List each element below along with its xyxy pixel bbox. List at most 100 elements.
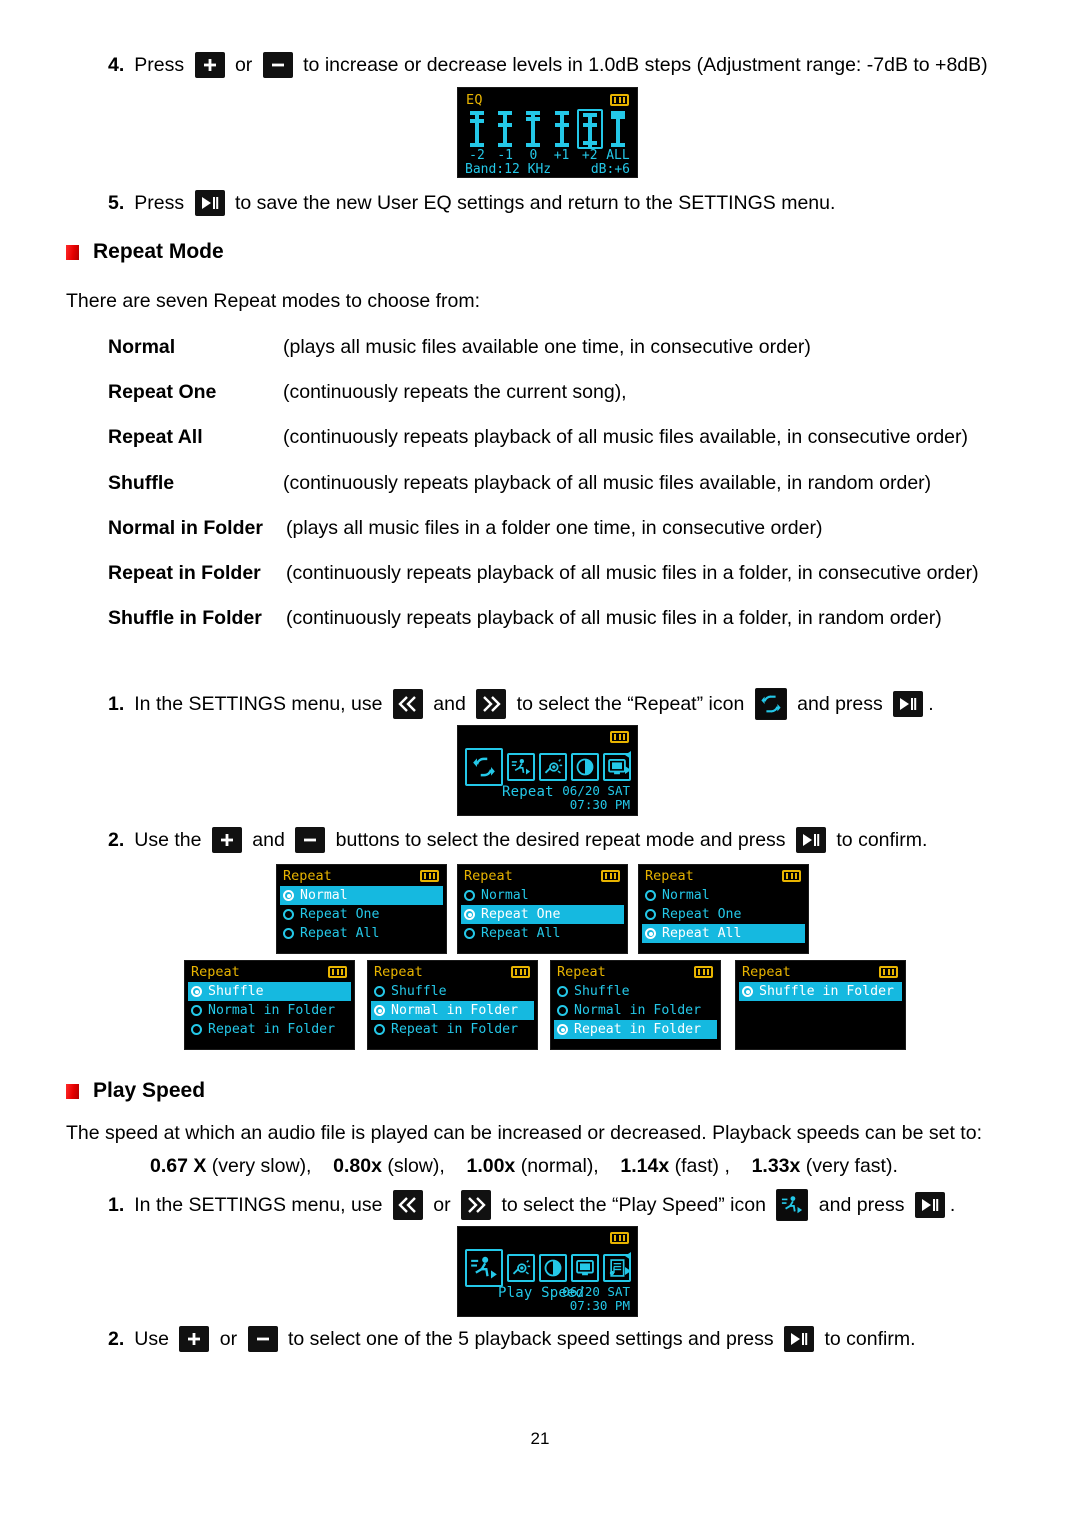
display-icon[interactable] [571, 1254, 599, 1282]
repeat-mode-row: Repeat All (continuously repeats playback… [108, 426, 968, 449]
plus-button-icon[interactable] [211, 827, 242, 853]
radio-button-icon[interactable] [557, 1005, 568, 1016]
minus-button-icon[interactable] [247, 1326, 278, 1352]
repeat-option-list: Normal Repeat One Repeat All [461, 886, 624, 943]
repeat-option-item[interactable]: Shuffle [371, 982, 534, 1001]
repeat-screen-title: Repeat [464, 868, 513, 884]
carousel-arrows[interactable] [623, 1251, 633, 1276]
repeat-mode-row: Shuffle (continuously repeats playback of… [108, 472, 931, 495]
radio-button-icon[interactable] [191, 1005, 202, 1016]
radio-button-icon[interactable] [645, 909, 656, 920]
repeat-option-item[interactable]: Repeat All [461, 924, 624, 943]
settings-menu-datetime: 06/20 SAT 07:30 PM [562, 1285, 630, 1313]
settings-menu-play-speed-screen: Play Speed 06/20 SAT 07:30 PM [457, 1226, 638, 1317]
repeat-option-item[interactable]: Shuffle [188, 982, 351, 1001]
speed-value: 1.00x [466, 1155, 516, 1177]
repeat-option-item[interactable]: Shuffle in Folder [739, 982, 902, 1001]
eq-band[interactable] [520, 109, 546, 149]
play-pause-button-icon[interactable] [784, 1326, 815, 1352]
repeat-option-item[interactable]: Repeat One [642, 905, 805, 924]
repeat-mode-screen: Repeat Shuffle in Folder [735, 960, 906, 1050]
eq-band[interactable] [464, 109, 490, 149]
repeat-option-label: Repeat All [481, 926, 561, 941]
repeat-option-item[interactable]: Normal [642, 886, 805, 905]
radio-button-icon[interactable] [464, 909, 475, 920]
repeat-option-item[interactable]: Repeat in Folder [371, 1020, 534, 1039]
eq-band[interactable] [492, 109, 518, 149]
repeat-screen-title: Repeat [645, 868, 694, 884]
repeat-option-label: Repeat One [300, 907, 380, 922]
minus-button-icon[interactable] [295, 827, 326, 853]
speed-value: 1.14x [620, 1155, 670, 1177]
repeat-option-item[interactable]: Normal [461, 886, 624, 905]
radio-button-icon[interactable] [283, 928, 294, 939]
radio-button-icon[interactable] [645, 928, 656, 939]
repeat-option-item[interactable]: Normal in Folder [188, 1001, 351, 1020]
repeat-mode-screen: Repeat Shuffle Normal in Folder Repeat in F… [550, 960, 721, 1050]
radio-button-icon[interactable] [742, 986, 753, 997]
contrast-icon[interactable] [539, 1254, 567, 1282]
radio-button-icon[interactable] [283, 890, 294, 901]
repeat-option-item[interactable]: Repeat in Folder [188, 1020, 351, 1039]
repeat-option-item[interactable]: Normal [280, 886, 443, 905]
play-speed-intro: The speed at which an audio file is play… [66, 1122, 982, 1144]
repeat-option-item[interactable]: Shuffle [554, 982, 717, 1001]
repeat-mode-description: (plays all music files available one tim… [283, 336, 811, 358]
radio-button-icon[interactable] [645, 890, 656, 901]
repeat-option-item[interactable]: Repeat One [461, 905, 624, 924]
play-pause-button-icon[interactable] [795, 827, 826, 853]
backlight-icon[interactable] [507, 1254, 535, 1282]
previous-button-icon[interactable] [392, 689, 423, 719]
play-speed-icon[interactable] [507, 753, 535, 781]
play-speed-icon[interactable] [465, 1249, 503, 1287]
battery-icon [782, 870, 801, 882]
eq-band[interactable] [576, 109, 603, 149]
step-number: 5. [108, 191, 125, 214]
radio-button-icon[interactable] [191, 986, 202, 997]
next-button-icon[interactable] [461, 1190, 492, 1220]
radio-button-icon[interactable] [557, 1024, 568, 1035]
plus-button-icon[interactable] [194, 52, 225, 78]
repeat-icon[interactable] [754, 688, 787, 720]
radio-button-icon[interactable] [557, 986, 568, 997]
step-text-a: In the SETTINGS menu, use [134, 1193, 388, 1216]
radio-button-icon[interactable] [191, 1024, 202, 1035]
next-button-icon[interactable] [476, 689, 507, 719]
repeat-mode-description: (continuously repeats playback of all mu… [286, 562, 979, 584]
repeat-option-label: Shuffle [574, 984, 630, 999]
step-text-b: or [229, 53, 258, 76]
repeat-mode-description: (continuously repeats playback of all mu… [286, 607, 942, 629]
plus-button-icon[interactable] [179, 1326, 210, 1352]
play-pause-button-icon[interactable] [893, 691, 924, 717]
play-speed-icon[interactable] [776, 1189, 809, 1221]
radio-button-icon[interactable] [374, 1024, 385, 1035]
previous-button-icon[interactable] [392, 1190, 423, 1220]
red-square-bullet-icon [66, 244, 79, 260]
menu-date: 06/20 SAT [562, 1284, 630, 1299]
repeat-option-item[interactable]: Repeat All [642, 924, 805, 943]
radio-button-icon[interactable] [374, 986, 385, 997]
radio-button-icon[interactable] [464, 890, 475, 901]
repeat-option-item[interactable]: Normal in Folder [371, 1001, 534, 1020]
step-number: 1. [108, 692, 125, 715]
eq-band[interactable] [605, 109, 631, 149]
repeat-option-item[interactable]: Repeat One [280, 905, 443, 924]
backlight-icon[interactable] [539, 753, 567, 781]
repeat-option-item[interactable]: Normal in Folder [554, 1001, 717, 1020]
repeat-option-label: Normal in Folder [208, 1003, 336, 1018]
battery-icon [610, 1232, 629, 1244]
repeat-option-label: Normal in Folder [391, 1003, 519, 1018]
carousel-arrows[interactable] [623, 750, 633, 775]
repeat-option-item[interactable]: Repeat All [280, 924, 443, 943]
minus-button-icon[interactable] [262, 52, 293, 78]
eq-band[interactable] [549, 109, 575, 149]
radio-button-icon[interactable] [464, 928, 475, 939]
play-pause-button-icon[interactable] [914, 1192, 945, 1218]
eq-readout: Band:12 KHz dB:+6 [465, 162, 630, 177]
repeat-option-item[interactable]: Repeat in Folder [554, 1020, 717, 1039]
radio-button-icon[interactable] [374, 1005, 385, 1016]
radio-button-icon[interactable] [283, 909, 294, 920]
repeat-icon[interactable] [465, 748, 503, 786]
play-pause-button-icon[interactable] [194, 190, 225, 216]
contrast-icon[interactable] [571, 753, 599, 781]
